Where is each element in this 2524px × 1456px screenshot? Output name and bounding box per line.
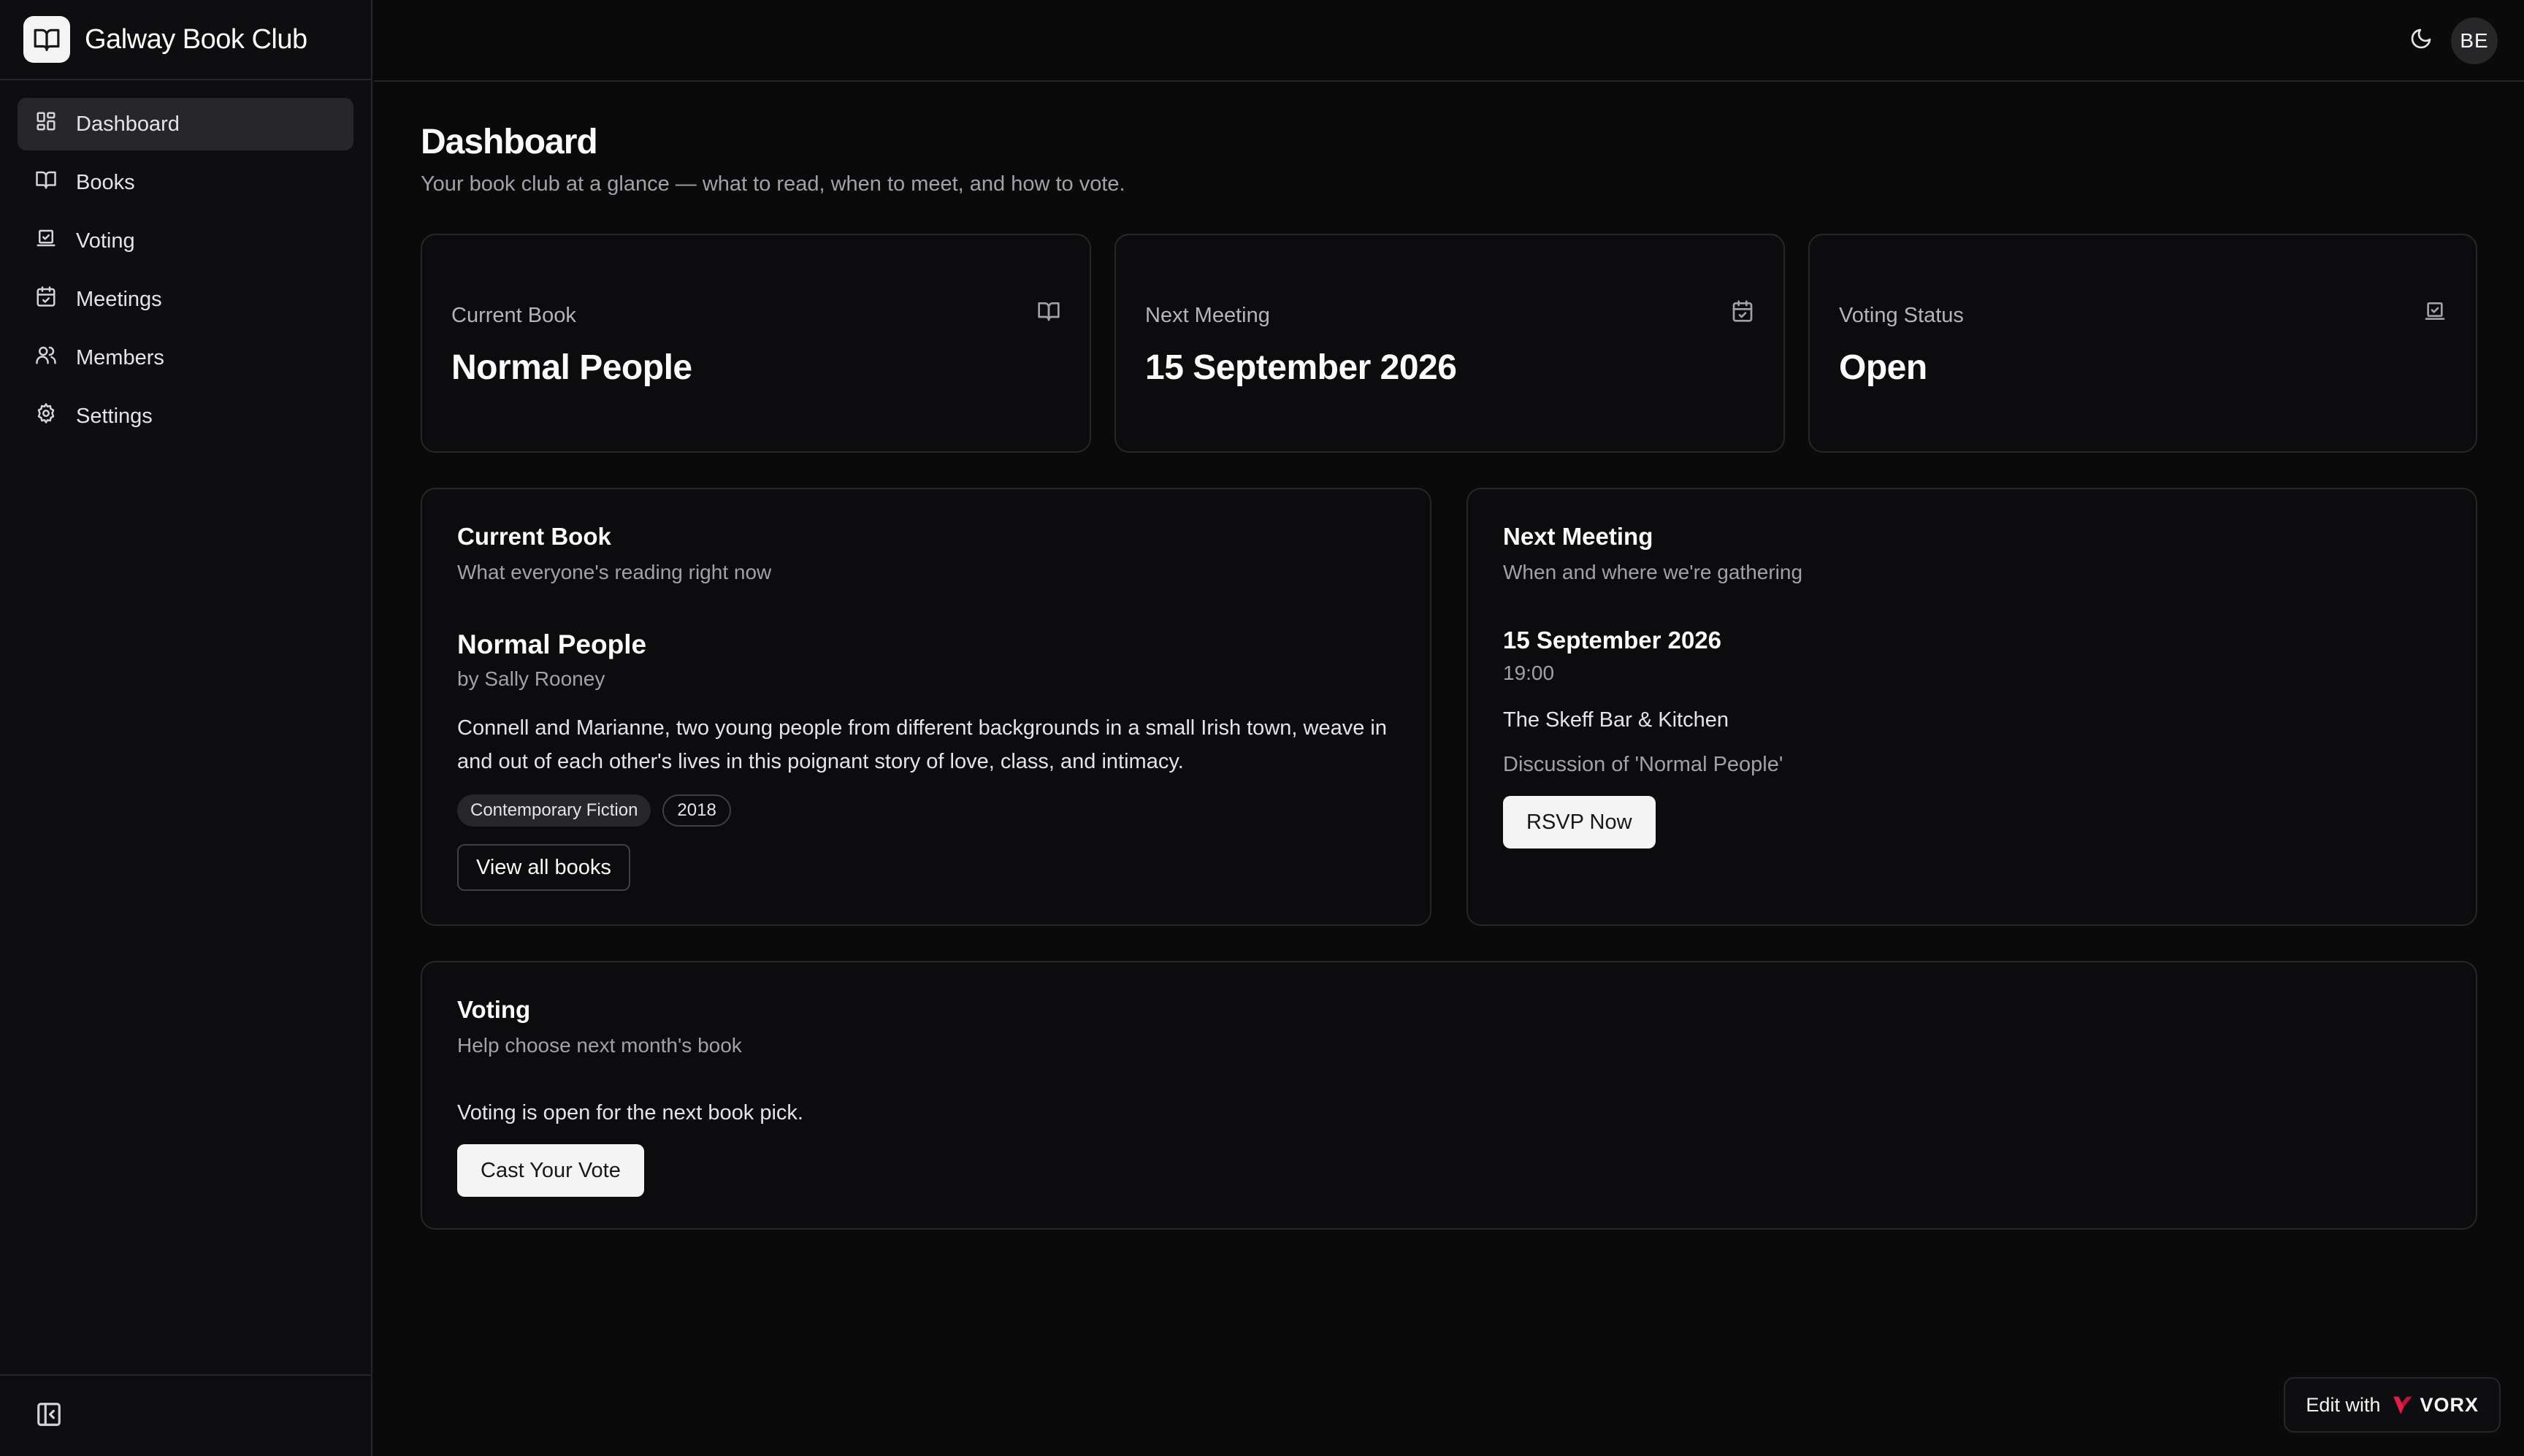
book-open-icon	[35, 169, 76, 196]
user-avatar[interactable]: BE	[2451, 18, 2498, 64]
sidebar-nav: Dashboard Books Voting Meetings Members …	[0, 80, 371, 442]
stat-card-voting-status: Voting Status Open	[1808, 234, 2477, 453]
next-meeting-card: Next Meeting When and where we're gather…	[1466, 488, 2477, 926]
stat-label: Current Book	[451, 304, 576, 327]
cast-vote-button[interactable]: Cast Your Vote	[457, 1144, 644, 1197]
meeting-time: 19:00	[1503, 662, 1555, 684]
sidebar-item-meetings[interactable]: Meetings	[18, 273, 353, 326]
rsvp-button[interactable]: RSVP Now	[1503, 796, 1656, 848]
book-tags: Contemporary Fiction 2018	[457, 794, 1395, 827]
meeting-date: 15 September 2026	[1503, 627, 1722, 654]
sidebar: Galway Book Club Dashboard Books Voting …	[0, 0, 372, 1456]
stat-card-current-book: Current Book Normal People	[421, 234, 1091, 453]
card-title: Next Meeting	[1503, 523, 1653, 550]
view-all-books-button[interactable]: View all books	[457, 844, 630, 891]
panel-left-close-icon[interactable]	[35, 1401, 63, 1432]
app-root: Galway Book Club Dashboard Books Voting …	[0, 0, 2524, 1456]
card-title: Current Book	[457, 523, 611, 550]
brand[interactable]: Galway Book Club	[0, 0, 371, 80]
sidebar-item-settings[interactable]: Settings	[18, 390, 353, 442]
edit-with-badge[interactable]: Edit with VORX	[2284, 1377, 2501, 1433]
layout-dashboard-icon	[35, 110, 76, 138]
gear-icon	[35, 402, 76, 430]
card-description: Help choose next month's book	[457, 1034, 742, 1057]
vorx-logo: VORX	[2390, 1392, 2479, 1417]
card-description: When and where we're gathering	[1503, 561, 1803, 583]
theme-toggle-button[interactable]	[2403, 22, 2439, 58]
book-open-icon	[1037, 299, 1060, 323]
sidebar-item-members[interactable]: Members	[18, 332, 353, 384]
book-author: by Sally Rooney	[457, 667, 605, 690]
sidebar-item-label: Voting	[76, 229, 135, 253]
top-bar: BE	[374, 0, 2524, 82]
vote-icon	[35, 227, 76, 255]
sidebar-item-label: Meetings	[76, 287, 162, 311]
book-summary: Connell and Marianne, two young people f…	[457, 716, 1387, 773]
moon-icon	[2409, 27, 2433, 54]
stat-value: 15 September 2026	[1145, 348, 1457, 387]
page-title: Dashboard	[421, 123, 598, 161]
page-subtitle: Your book club at a glance — what to rea…	[421, 172, 1125, 196]
vote-icon	[2423, 299, 2447, 323]
stat-value: Open	[1839, 348, 1927, 387]
card-title: Voting	[457, 996, 531, 1023]
meeting-topic: Discussion of 'Normal People'	[1503, 753, 1783, 776]
edit-badge-brand: VORX	[2420, 1393, 2479, 1416]
stat-card-next-meeting: Next Meeting 15 September 2026	[1114, 234, 1785, 453]
main-content: Dashboard Your book club at a glance — w…	[421, 82, 2477, 196]
app-name: Galway Book Club	[85, 23, 307, 55]
voting-card: Voting Help choose next month's book Vot…	[421, 961, 2477, 1230]
calendar-check-icon	[35, 286, 76, 313]
vorx-mark-icon	[2393, 1396, 2413, 1414]
stat-label: Voting Status	[1839, 304, 1964, 327]
calendar-check-icon	[1731, 299, 1754, 323]
edit-badge-label: Edit with	[2306, 1393, 2381, 1416]
sidebar-item-label: Books	[76, 170, 135, 194]
voting-status-text: Voting is open for the next book pick.	[457, 1101, 803, 1124]
book-title: Normal People	[457, 629, 647, 659]
sidebar-footer	[0, 1374, 371, 1456]
stat-value: Normal People	[451, 348, 692, 387]
book-logo-icon	[23, 16, 70, 63]
sidebar-item-books[interactable]: Books	[18, 156, 353, 209]
current-book-card: Current Book What everyone's reading rig…	[421, 488, 1431, 926]
genre-badge: Contemporary Fiction	[457, 794, 651, 827]
users-icon	[35, 344, 76, 372]
sidebar-item-label: Dashboard	[76, 112, 180, 136]
year-badge: 2018	[662, 794, 731, 827]
sidebar-item-label: Members	[76, 345, 164, 369]
card-description: What everyone's reading right now	[457, 561, 772, 583]
sidebar-item-dashboard[interactable]: Dashboard	[18, 98, 353, 150]
meeting-location: The Skeff Bar & Kitchen	[1503, 708, 1729, 732]
sidebar-item-voting[interactable]: Voting	[18, 215, 353, 267]
stat-label: Next Meeting	[1145, 304, 1270, 327]
sidebar-item-label: Settings	[76, 404, 153, 428]
